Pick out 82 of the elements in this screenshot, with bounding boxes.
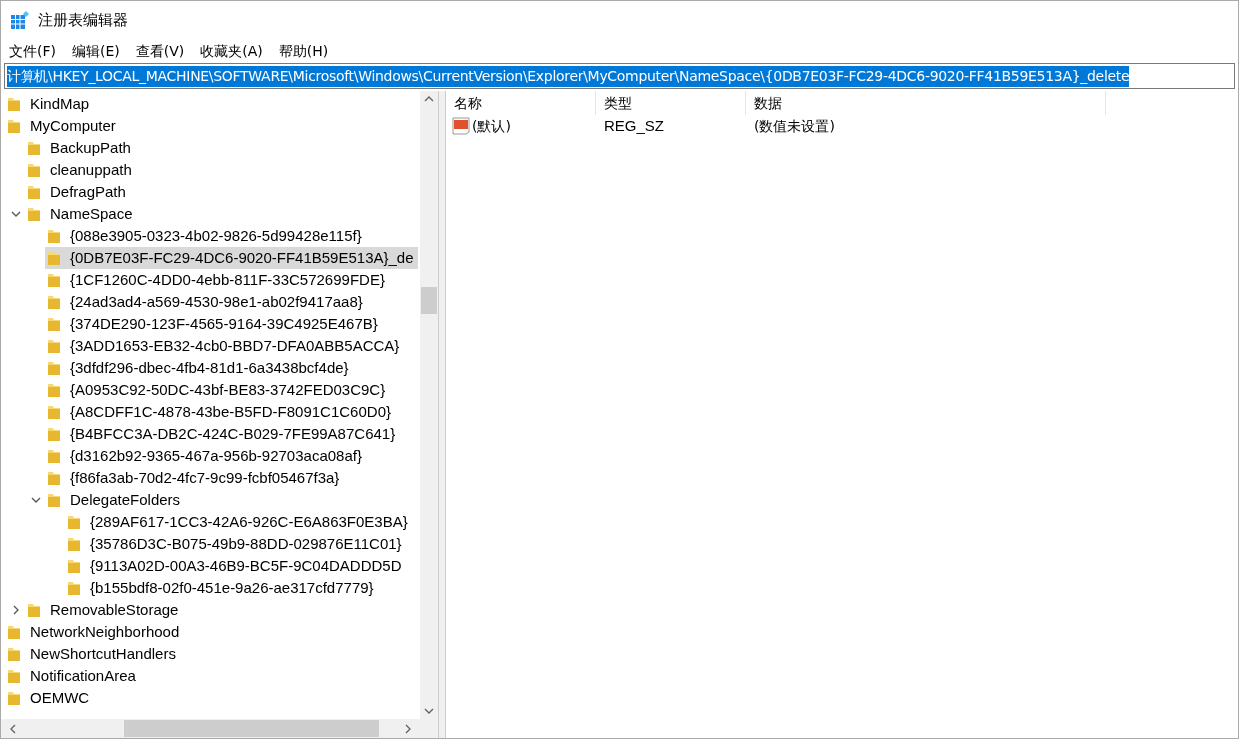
folder-icon xyxy=(47,492,61,508)
scroll-up-icon[interactable] xyxy=(424,95,434,103)
tree-item[interactable]: NameSpace xyxy=(25,203,137,225)
folder-icon xyxy=(47,448,61,464)
tree-item[interactable]: {3dfdf296-dbec-4fb4-81d1-6a3438bcf4de} xyxy=(45,357,353,379)
folder-icon xyxy=(47,404,61,420)
tree-item[interactable]: {289AF617-1CC3-42A6-926C-E6A863F0E3BA} xyxy=(65,511,412,533)
scroll-left-icon[interactable] xyxy=(9,723,17,734)
menu-item[interactable]: 文件(F) xyxy=(5,40,60,62)
menu-item[interactable]: 帮助(H) xyxy=(274,40,333,62)
folder-icon xyxy=(47,338,61,354)
folder-icon xyxy=(47,272,61,288)
registry-app-icon xyxy=(10,10,30,30)
folder-icon xyxy=(27,184,41,200)
tree-item[interactable]: DelegateFolders xyxy=(45,489,185,511)
column-header[interactable]: 名称 xyxy=(446,91,596,115)
scroll-right-icon[interactable] xyxy=(404,723,412,734)
tree-item[interactable]: {088e3905-0323-4b02-9826-5d99428e115f} xyxy=(45,225,366,247)
tree-item[interactable]: {9113A02D-00A3-46B9-BC5F-9C04DADDD5D xyxy=(65,555,406,577)
tree-item[interactable]: NewShortcutHandlers xyxy=(5,643,180,665)
tree-item[interactable]: RemovableStorage xyxy=(25,599,183,621)
folder-icon xyxy=(7,118,21,134)
folder-icon xyxy=(7,690,21,706)
tree-item[interactable]: BackupPath xyxy=(25,137,135,159)
folder-icon xyxy=(27,162,41,178)
scroll-thumb[interactable] xyxy=(421,286,437,314)
horizontal-scrollbar[interactable] xyxy=(1,719,438,738)
tree-item[interactable]: {1CF1260C-4DD0-4ebb-811F-33C572699FDE} xyxy=(45,269,389,291)
scroll-down-icon[interactable] xyxy=(424,707,434,715)
folder-icon xyxy=(7,646,21,662)
folder-icon xyxy=(67,514,81,530)
folder-icon xyxy=(67,558,81,574)
tree-item[interactable]: {0DB7E03F-FC29-4DC6-9020-FF41B59E513A}_de xyxy=(45,247,418,269)
tree-item[interactable]: NotificationArea xyxy=(5,665,140,687)
window-title: 注册表编辑器 xyxy=(38,9,128,31)
chevron-down-icon[interactable] xyxy=(31,495,41,505)
tree-item[interactable]: {B4BFCC3A-DB2C-424C-B029-7FE99A87C641} xyxy=(45,423,400,445)
folder-icon xyxy=(27,602,41,618)
folder-icon xyxy=(67,580,81,596)
vertical-scrollbar[interactable] xyxy=(420,91,438,719)
menu-item[interactable]: 查看(V) xyxy=(131,40,189,62)
tree-item[interactable]: {3ADD1653-EB32-4cb0-BBD7-DFA0ABB5ACCA} xyxy=(45,335,404,357)
tree-item[interactable]: KindMap xyxy=(5,93,94,115)
folder-icon xyxy=(47,294,61,310)
folder-icon xyxy=(7,668,21,684)
folder-icon xyxy=(7,96,21,112)
chevron-right-icon[interactable] xyxy=(11,605,21,615)
folder-icon xyxy=(47,250,61,266)
string-value-icon xyxy=(452,117,470,135)
table-cell-text: (数值未设置) xyxy=(753,116,835,136)
tree-item[interactable]: {f86fa3ab-70d2-4fc7-9c99-fcbf05467f3a} xyxy=(45,467,344,489)
folder-icon xyxy=(47,382,61,398)
table-cell-text: (默认) xyxy=(472,116,511,136)
address-field[interactable]: 计算机\HKEY_LOCAL_MACHINE\SOFTWARE\Microsoft\Windows\CurrentVersion\Explorer\MyComputer\NameSpace\{0DB7E03F-FC29-4DC6-9020-FF41B59E513A}_delete xyxy=(4,63,1235,89)
tree-item[interactable]: MyComputer xyxy=(5,115,120,137)
tree-item[interactable]: {374DE290-123F-4565-9164-39C4925E467B} xyxy=(45,313,382,335)
tree-item[interactable]: cleanuppath xyxy=(25,159,136,181)
folder-icon xyxy=(47,228,61,244)
tree-item[interactable]: {b155bdf8-02f0-451e-9a26-ae317cfd7779} xyxy=(65,577,378,599)
tree-item[interactable]: DefragPath xyxy=(25,181,130,203)
folder-icon xyxy=(7,624,21,640)
tree-item[interactable]: NetworkNeighborhood xyxy=(5,621,184,643)
folder-icon xyxy=(47,360,61,376)
scroll-thumb[interactable] xyxy=(124,720,379,737)
tree-item[interactable]: {35786D3C-B075-49b9-88DD-029876E11C01} xyxy=(65,533,406,555)
folder-icon xyxy=(47,426,61,442)
tree-item[interactable]: {d3162b92-9365-467a-956b-92703aca08af} xyxy=(45,445,366,467)
column-header[interactable]: 数据 xyxy=(746,91,1106,115)
tree-item[interactable]: OEMWC xyxy=(5,687,94,709)
menu-item[interactable]: 收藏夹(A) xyxy=(196,40,267,62)
folder-icon xyxy=(27,206,41,222)
tree-item[interactable]: {A8CDFF1C-4878-43be-B5FD-F8091C1C60D0} xyxy=(45,401,395,423)
folder-icon xyxy=(27,140,41,156)
chevron-down-icon[interactable] xyxy=(11,209,21,219)
folder-icon xyxy=(67,536,81,552)
menu-item[interactable]: 编辑(E) xyxy=(68,40,124,62)
tree-item[interactable]: {A0953C92-50DC-43bf-BE83-3742FED03C9C} xyxy=(45,379,390,401)
tree-item[interactable]: {24ad3ad4-a569-4530-98e1-ab02f9417aa8} xyxy=(45,291,367,313)
table-cell-text: REG_SZ xyxy=(603,115,665,136)
column-header[interactable]: 类型 xyxy=(596,91,746,115)
folder-icon xyxy=(47,316,61,332)
folder-icon xyxy=(47,470,61,486)
